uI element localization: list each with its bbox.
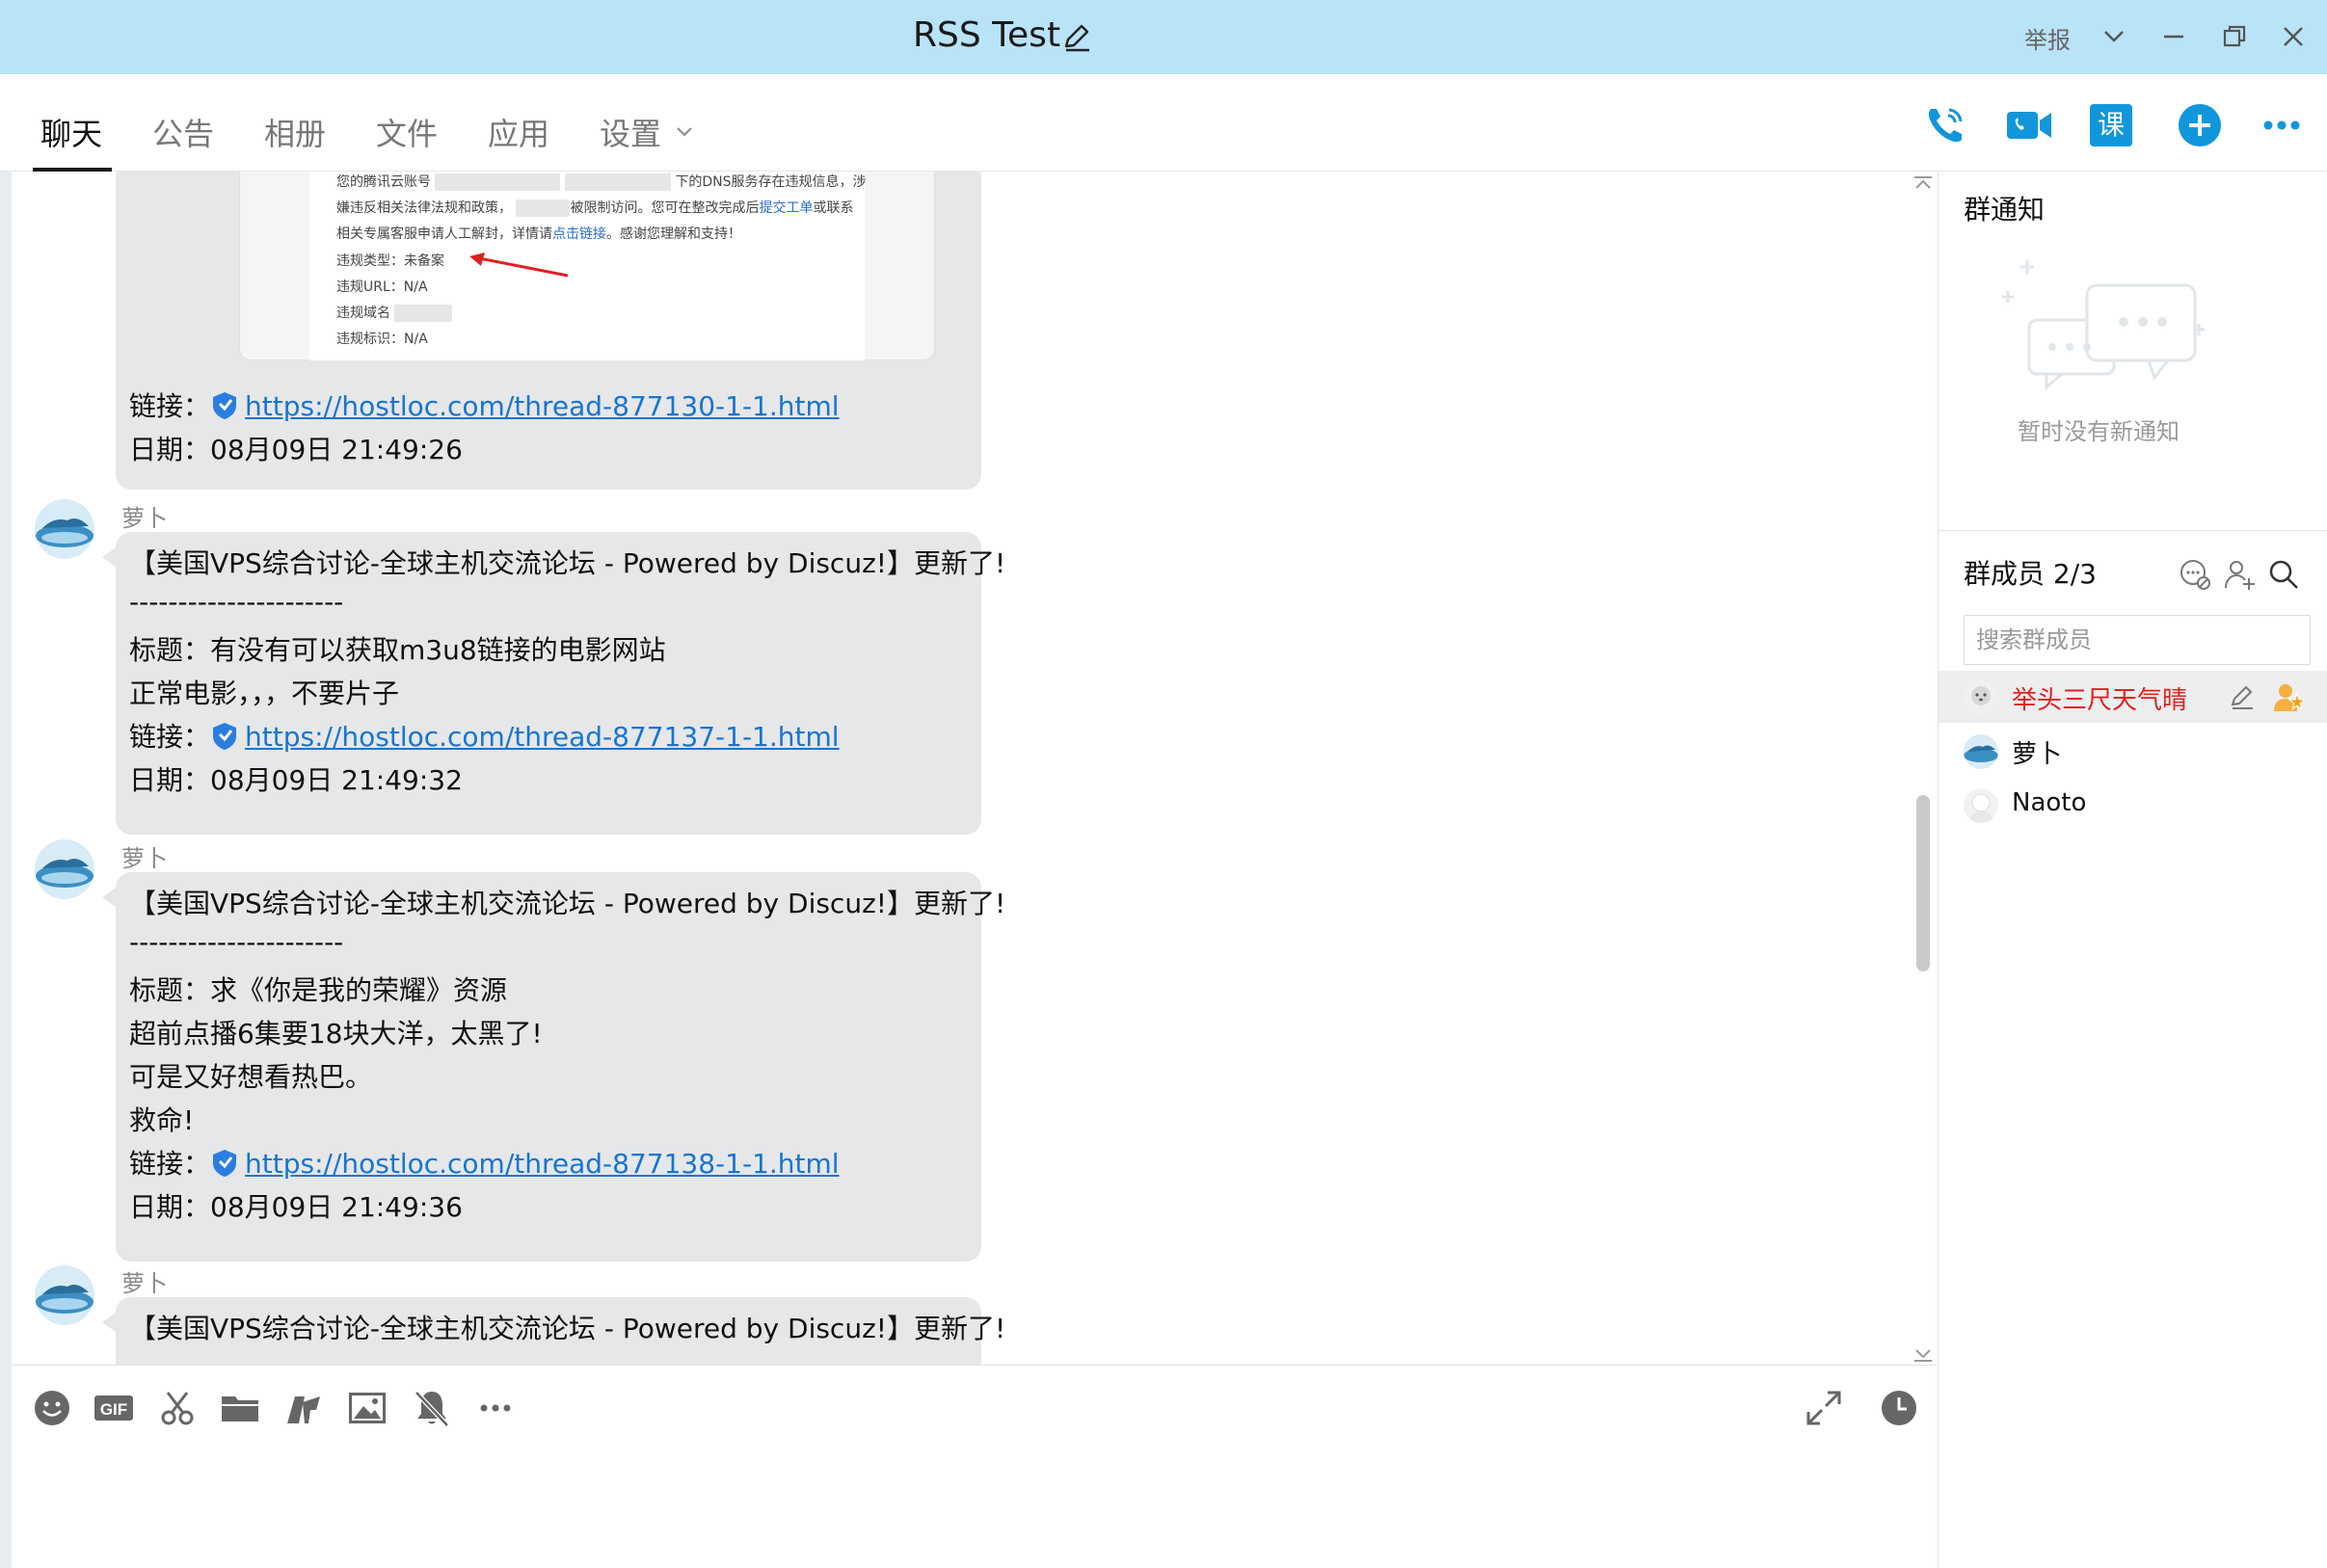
restore-icon[interactable] <box>2217 19 2252 54</box>
tab-album[interactable]: 相册 <box>264 110 326 154</box>
message-body-line: 救命! <box>129 1104 195 1136</box>
embedded-screenshot[interactable]: 您的腾讯云账号 下的DNS服务存在违规信息，涉 嫌违反相关法律法规和政策， 被限… <box>239 172 935 360</box>
message-title: 标题：求《你是我的荣耀》资源 <box>129 974 508 1006</box>
tab-settings[interactable]: 设置 <box>600 110 661 154</box>
message-header: 【美国VPS综合讨论-全球主机交流论坛 - Powered by Discuz!… <box>129 1313 1006 1344</box>
member-item[interactable]: 萝卜 <box>1939 725 2327 777</box>
avatar <box>1964 734 1998 769</box>
expand-icon[interactable] <box>1803 1387 1845 1429</box>
message-bubble: 【美国VPS综合讨论-全球主机交流论坛 - Powered by Discuz!… <box>102 532 1005 835</box>
edit-icon[interactable] <box>2228 682 2257 711</box>
left-edge-strip <box>0 172 12 1568</box>
thread-link[interactable]: https://hostloc.com/thread-877130-1-1.ht… <box>245 390 840 422</box>
avatar <box>1964 680 1998 715</box>
mute-bell-icon[interactable] <box>411 1387 453 1429</box>
thread-link[interactable]: https://hostloc.com/thread-877138-1-1.ht… <box>245 1148 840 1180</box>
message-header: 【美国VPS综合讨论-全球主机交流论坛 - Powered by Discuz!… <box>129 888 1006 919</box>
scissors-icon[interactable] <box>156 1387 199 1429</box>
security-shield-icon <box>213 1150 237 1177</box>
member-name: 萝卜 <box>2012 740 2063 769</box>
notice-empty-text: 暂时没有新通知 <box>2018 418 2180 445</box>
chevron-down-icon[interactable] <box>2097 19 2131 54</box>
security-shield-icon <box>213 723 237 750</box>
search-icon[interactable] <box>2266 557 2301 592</box>
folder-icon[interactable] <box>219 1387 261 1429</box>
group-members-title: 群成员 2/3 <box>1964 558 2097 590</box>
message-body-line: 超前点播6集要18块大洋，太黑了! <box>129 1018 543 1050</box>
member-search-input[interactable] <box>1965 616 2310 664</box>
tab-bar: 聊天 公告 相册 文件 应用 设置 课 <box>0 74 2327 172</box>
edit-title-icon[interactable] <box>1060 21 1093 54</box>
empty-notice-illustration <box>2002 260 2205 391</box>
svg-text:GIF: GIF <box>100 1400 127 1419</box>
avatar[interactable] <box>35 499 94 559</box>
window-title: RSS Test <box>913 15 1061 55</box>
member-item[interactable]: Naoto <box>1939 779 2327 831</box>
sender-name: 萝卜 <box>121 845 168 872</box>
history-clock-icon[interactable] <box>1878 1387 1920 1429</box>
avatar[interactable] <box>35 1265 94 1325</box>
sender-name: 萝卜 <box>121 1270 168 1297</box>
add-member-icon[interactable] <box>2222 557 2257 592</box>
group-side-panel: 群通知 暂时没有新通知 群成员 2/3 搜索群成员 举头三尺天气晴 萝卜 Nao… <box>1938 172 2327 1568</box>
message-separator: ---------------------- <box>129 926 344 958</box>
scroll-down-icon[interactable] <box>1912 1342 1935 1365</box>
report-button[interactable]: 举报 <box>2024 21 2071 55</box>
member-search-box <box>1964 615 2311 665</box>
gif-icon[interactable]: GIF <box>93 1387 135 1429</box>
member-name: Naoto <box>2012 788 2087 817</box>
thread-link[interactable]: https://hostloc.com/thread-877137-1-1.ht… <box>245 721 840 753</box>
message-bubble: 您的腾讯云账号 下的DNS服务存在违规信息，涉 嫌违反相关法律法规和政策， 被限… <box>116 172 981 490</box>
chat-message-list[interactable]: 您的腾讯云账号 下的DNS服务存在违规信息，涉 嫌违反相关法律法规和政策， 被限… <box>12 172 1936 1365</box>
group-owner-badge-icon <box>2274 684 2305 711</box>
avatar[interactable] <box>35 839 94 899</box>
red-arrow-annotation <box>469 252 569 278</box>
member-item[interactable]: 举头三尺天气晴 <box>1939 671 2327 723</box>
add-icon[interactable] <box>2176 101 2224 149</box>
minimize-icon[interactable] <box>2156 19 2191 54</box>
message-bubble: 【美国VPS综合讨论-全球主机交流论坛 - Powered by Discuz!… <box>102 872 1005 1262</box>
font-icon[interactable] <box>281 1387 324 1429</box>
message-body-line: 正常电影，，，不要片子 <box>129 678 400 709</box>
image-icon[interactable] <box>346 1387 388 1429</box>
member-name: 举头三尺天气晴 <box>2012 686 2188 715</box>
scroll-up-icon[interactable] <box>1912 173 1935 197</box>
tab-announcement[interactable]: 公告 <box>152 110 214 154</box>
close-icon[interactable] <box>2276 19 2311 54</box>
group-notice-title: 群通知 <box>1964 194 2046 226</box>
message-input-area[interactable]: GIF <box>12 1365 1936 1568</box>
message-date: 日期：08月09日 21:49:36 <box>129 1191 463 1223</box>
phone-call-icon[interactable] <box>1921 101 1969 149</box>
course-icon[interactable]: 课 <box>2090 104 2132 146</box>
tab-apps[interactable]: 应用 <box>488 110 549 154</box>
tab-files[interactable]: 文件 <box>376 110 438 154</box>
group-chat-icon[interactable] <box>2178 557 2212 592</box>
message-separator: ---------------------- <box>129 586 344 618</box>
more-icon[interactable] <box>474 1387 517 1429</box>
scrollbar-thumb[interactable] <box>1916 795 1930 971</box>
emoji-icon[interactable] <box>31 1387 73 1429</box>
message-bubble: 【美国VPS综合讨论-全球主机交流论坛 - Powered by Discuz!… <box>102 1297 1005 1365</box>
more-icon[interactable] <box>2258 101 2306 149</box>
message-body-line: 可是又好想看热巴。 <box>129 1061 373 1093</box>
message-date: 日期：08月09日 21:49:26 <box>129 434 463 465</box>
video-call-icon[interactable] <box>2005 101 2053 149</box>
message-title: 标题：有没有可以获取m3u8链接的电影网站 <box>129 634 666 666</box>
sender-name: 萝卜 <box>121 505 168 532</box>
tab-chat[interactable]: 聊天 <box>40 110 102 154</box>
settings-chevron-icon[interactable] <box>673 120 696 143</box>
title-bar: RSS Test 举报 <box>0 0 2327 74</box>
message-header: 【美国VPS综合讨论-全球主机交流论坛 - Powered by Discuz!… <box>129 547 1006 579</box>
avatar <box>1964 788 1998 823</box>
message-date: 日期：08月09日 21:49:32 <box>129 764 463 796</box>
security-shield-icon <box>213 392 237 419</box>
